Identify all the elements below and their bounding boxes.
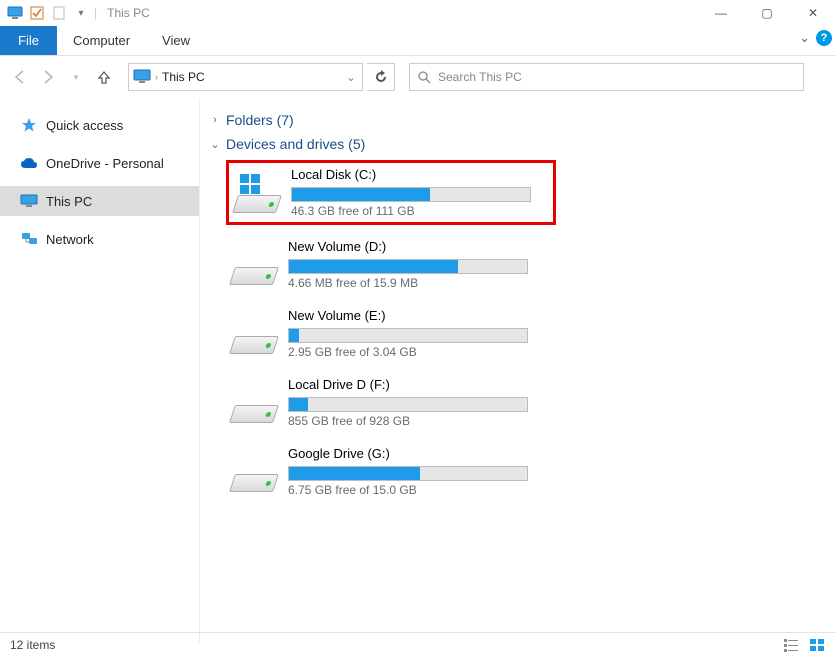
title-bar: ▾ | This PC — ▢ ✕ (0, 0, 836, 26)
close-button[interactable]: ✕ (790, 0, 836, 26)
network-icon (20, 231, 38, 247)
tab-view[interactable]: View (146, 26, 206, 55)
sidebar-item-quick-access[interactable]: Quick access (0, 110, 199, 140)
sidebar-item-label: Network (46, 232, 94, 247)
nav-bar: ▾ › This PC ⌄ Search This PC (0, 56, 836, 98)
drive-free-text: 46.3 GB free of 111 GB (291, 204, 549, 218)
drive-icon (230, 452, 278, 492)
chevron-right-icon[interactable]: › (155, 72, 158, 82)
blank-doc-icon[interactable] (50, 4, 68, 22)
drive-name: Local Disk (C:) (291, 167, 549, 182)
refresh-button[interactable] (367, 63, 395, 91)
drive-usage-bar (288, 328, 528, 343)
drive-item[interactable]: Google Drive (G:) 6.75 GB free of 15.0 GB (226, 442, 556, 501)
minimize-button[interactable]: — (698, 0, 744, 26)
drive-name: Google Drive (G:) (288, 446, 552, 461)
drive-name: New Volume (D:) (288, 239, 552, 254)
address-dropdown-icon[interactable]: ⌄ (340, 70, 362, 84)
navigation-pane: Quick access OneDrive - Personal This PC… (0, 98, 200, 643)
drive-name: Local Drive D (F:) (288, 377, 552, 392)
group-folders-label: Folders (7) (226, 112, 294, 128)
drive-icon (230, 383, 278, 423)
maximize-button[interactable]: ▢ (744, 0, 790, 26)
chevron-right-icon[interactable]: › (208, 114, 222, 126)
drive-name: New Volume (E:) (288, 308, 552, 323)
search-placeholder: Search This PC (438, 70, 522, 84)
drive-usage-bar (288, 397, 528, 412)
search-icon (410, 70, 438, 84)
address-bar[interactable]: › This PC ⌄ (128, 63, 363, 91)
tab-file[interactable]: File (0, 26, 57, 55)
chevron-down-icon[interactable]: ⌄ (208, 138, 222, 151)
sidebar-item-label: Quick access (46, 118, 123, 133)
drive-item[interactable]: New Volume (E:) 2.95 GB free of 3.04 GB (226, 304, 556, 363)
drive-item[interactable]: New Volume (D:) 4.66 MB free of 15.9 MB (226, 235, 556, 294)
sidebar-item-this-pc[interactable]: This PC (0, 186, 199, 216)
drive-icon (230, 314, 278, 354)
group-drives-label: Devices and drives (5) (226, 136, 365, 152)
pc-icon (131, 66, 153, 88)
content-pane: › Folders (7) ⌄ Devices and drives (5) L… (200, 98, 836, 643)
drive-free-text: 2.95 GB free of 3.04 GB (288, 345, 552, 359)
search-box[interactable]: Search This PC (409, 63, 804, 91)
group-folders[interactable]: › Folders (7) (208, 112, 832, 128)
tiles-view-button[interactable] (806, 636, 828, 654)
address-current[interactable]: This PC (160, 70, 340, 84)
back-button[interactable] (8, 65, 32, 89)
ribbon-tabs: File Computer View ⌄ ? (0, 26, 836, 56)
drive-usage-bar (288, 259, 528, 274)
drive-usage-bar (288, 466, 528, 481)
status-bar: 12 items (0, 632, 836, 656)
properties-qat-icon[interactable] (28, 4, 46, 22)
status-item-count: 12 items (10, 638, 55, 652)
ribbon-expand-icon[interactable]: ⌄ (799, 30, 810, 46)
cloud-icon (20, 155, 38, 171)
up-button[interactable] (92, 65, 116, 89)
help-icon[interactable]: ? (816, 30, 832, 46)
tab-computer[interactable]: Computer (57, 26, 146, 55)
quick-access-toolbar: ▾ | This PC (6, 4, 150, 22)
qat-dropdown-icon[interactable]: ▾ (72, 4, 90, 22)
windows-logo-icon (239, 173, 261, 195)
star-icon (20, 117, 38, 133)
sidebar-item-label: OneDrive - Personal (46, 156, 164, 171)
details-view-button[interactable] (780, 636, 802, 654)
drive-item[interactable]: Local Drive D (F:) 855 GB free of 928 GB (226, 373, 556, 432)
window-title: This PC (107, 6, 150, 20)
drive-free-text: 855 GB free of 928 GB (288, 414, 552, 428)
forward-button[interactable] (36, 65, 60, 89)
pc-icon (20, 193, 38, 209)
pc-small-icon (6, 4, 24, 22)
drive-icon (233, 173, 281, 213)
drive-free-text: 4.66 MB free of 15.9 MB (288, 276, 552, 290)
recent-dropdown-icon[interactable]: ▾ (64, 65, 88, 89)
group-drives[interactable]: ⌄ Devices and drives (5) (208, 136, 832, 152)
window-controls: — ▢ ✕ (698, 0, 836, 26)
drive-free-text: 6.75 GB free of 15.0 GB (288, 483, 552, 497)
sidebar-item-label: This PC (46, 194, 92, 209)
sidebar-item-network[interactable]: Network (0, 224, 199, 254)
sidebar-item-onedrive[interactable]: OneDrive - Personal (0, 148, 199, 178)
drive-item[interactable]: Local Disk (C:) 46.3 GB free of 111 GB (226, 160, 556, 225)
separator: | (94, 6, 97, 20)
drive-icon (230, 245, 278, 285)
drive-usage-bar (291, 187, 531, 202)
